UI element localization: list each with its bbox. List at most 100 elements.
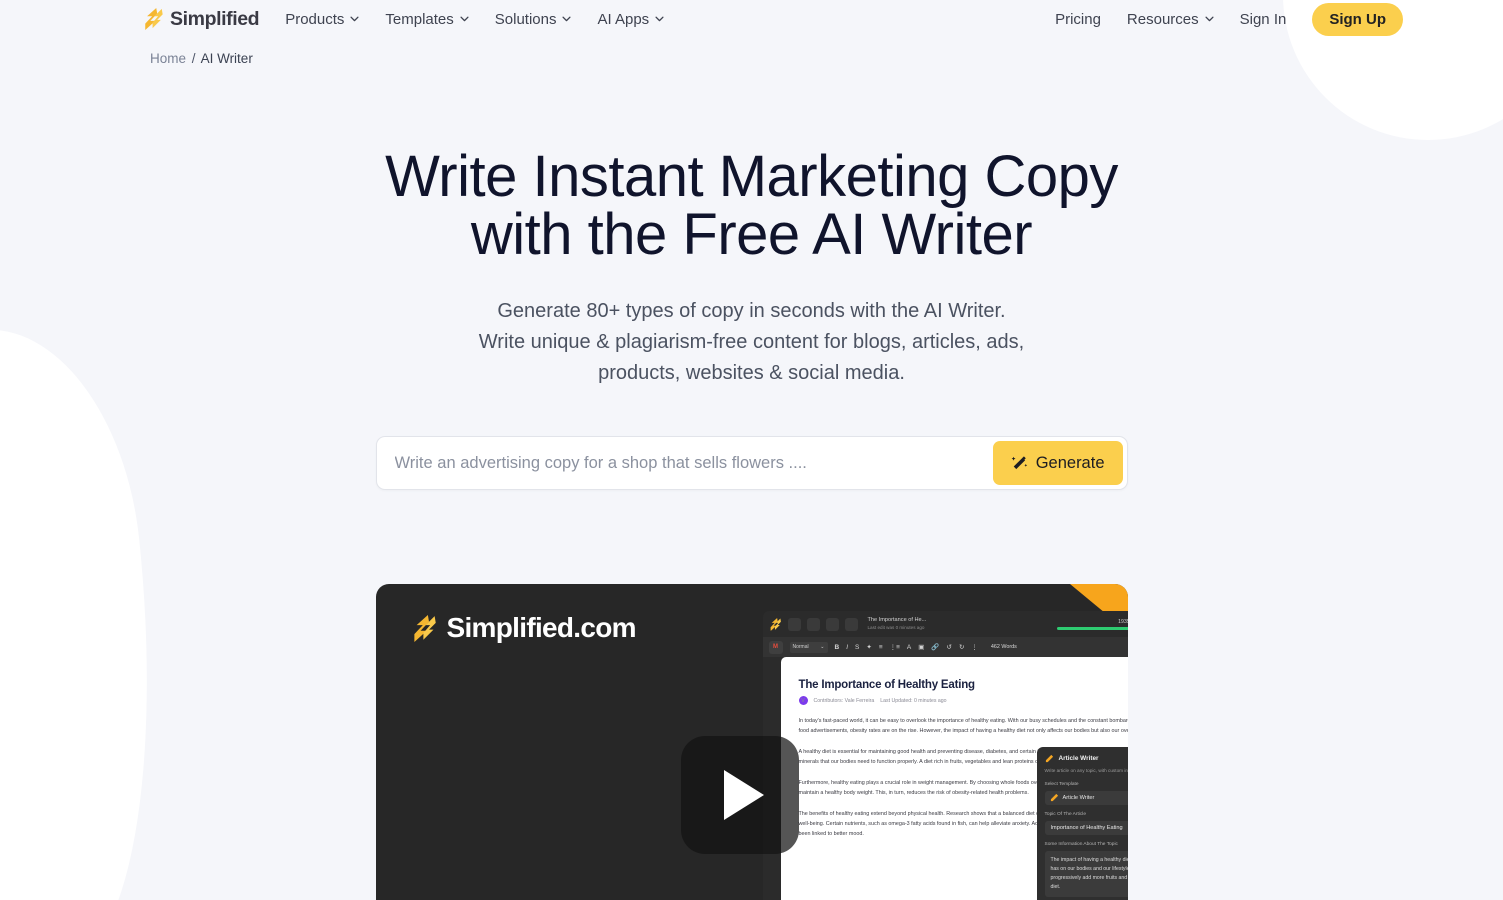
- pencil-icon: [1050, 793, 1058, 802]
- align-icon[interactable]: ≡: [879, 644, 883, 651]
- editor-topbar: The Importance of He... Last edit was 0 …: [762, 611, 1128, 637]
- text-color-icon[interactable]: A: [907, 644, 911, 651]
- nav-item-solutions[interactable]: Solutions: [495, 11, 572, 28]
- generate-button-label: Generate: [1035, 453, 1105, 472]
- select-template-label: Select Template: [1045, 782, 1128, 787]
- contributors-label: Contributors: Vale Ferreira: [813, 697, 875, 704]
- redo-icon[interactable]: ↻: [959, 643, 964, 651]
- topic-label: Topic Of The Article: [1044, 811, 1087, 817]
- nav-item-pricing[interactable]: Pricing: [1055, 11, 1101, 28]
- more-options-icon[interactable]: ⋮: [971, 643, 978, 651]
- nav-item-label: Pricing: [1055, 10, 1101, 28]
- video-brand-text: Simplified.com: [446, 612, 637, 643]
- topic-input[interactable]: Importance of Healthy Eating: [1044, 820, 1128, 835]
- info-textarea[interactable]: The impact of having a healthy diet, the…: [1044, 850, 1128, 897]
- simplified-bolt-logo-icon: [145, 8, 163, 30]
- chevron-down-icon: [655, 16, 664, 22]
- list-icon[interactable]: ⋮≡: [890, 643, 900, 651]
- hero-subtitle-line: Generate 80+ types of copy in seconds wi…: [497, 300, 1006, 322]
- brand-name: Simplified: [170, 7, 260, 30]
- brand-logo[interactable]: Simplified: [143, 7, 260, 31]
- chevron-down-icon: [1205, 16, 1214, 22]
- simplified-bolt-logo-icon: [413, 614, 436, 642]
- word-count-label: 462 Words: [990, 644, 1017, 650]
- text-style-value: Normal: [792, 644, 809, 650]
- top-navigation-bar: Simplified Products Templates Solutions …: [0, 0, 1503, 38]
- text-style-select[interactable]: Normal ⌄: [789, 641, 828, 653]
- back-icon[interactable]: [787, 617, 801, 631]
- editor-doc-title-text: The Importance of He...: [867, 617, 927, 624]
- document-title: The Importance of Healthy Eating: [798, 679, 976, 691]
- nav-item-label: AI Apps: [597, 10, 650, 28]
- magic-wand-icon: [1011, 455, 1027, 469]
- product-screenshot: The Importance of He... Last edit was 0 …: [762, 611, 1128, 900]
- link-icon[interactable]: 🔗: [931, 643, 939, 651]
- panel-title: Article Writer: [1058, 755, 1099, 762]
- record-icon[interactable]: M: [768, 640, 783, 654]
- clear-format-icon[interactable]: ✦: [866, 643, 871, 651]
- history-icon[interactable]: [806, 617, 820, 631]
- hero-section: Write Instant Marketing Copy with the Fr…: [0, 66, 1503, 389]
- select-template-label-text: Select Template: [1044, 781, 1079, 787]
- strikethrough-icon[interactable]: S: [855, 644, 859, 651]
- chevron-down-icon: [460, 16, 469, 22]
- info-label-row: Some Information About The Topic 29/240 …: [1045, 842, 1128, 847]
- nav-item-label: Resources: [1126, 10, 1199, 28]
- nav-right-group: Pricing Resources Sign In Sign Up: [1055, 2, 1403, 36]
- video-brand-logo: Simplified.com: [412, 612, 637, 644]
- sign-up-button[interactable]: Sign Up: [1312, 2, 1403, 36]
- editor-toolbar: M Normal ⌄ B I S ✦ ≡ ⋮≡ A ▣ 🔗 ↺ ↻ ⋮ 462 W…: [762, 637, 1128, 657]
- highlight-icon[interactable]: ▣: [918, 643, 924, 651]
- nav-item-products[interactable]: Products: [285, 11, 359, 28]
- italic-icon[interactable]: I: [846, 644, 848, 651]
- template-select[interactable]: Article Writer ⌄: [1044, 790, 1128, 805]
- chevron-down-icon: [350, 16, 359, 22]
- template-select-value: Article Writer: [1062, 794, 1095, 801]
- article-writer-panel: Article Writer ⌃ Write article on any to…: [1036, 747, 1128, 900]
- simplified-bolt-logo-icon: [770, 617, 781, 631]
- panel-description: Write article on any topic, with custom …: [1044, 768, 1128, 773]
- editor-doc-title: The Importance of He... Last edit was 0 …: [868, 617, 927, 631]
- page-title: Write Instant Marketing Copy with the Fr…: [385, 144, 1118, 267]
- sign-in-label: Sign In: [1239, 10, 1287, 28]
- play-button[interactable]: [680, 736, 799, 854]
- nav-item-ai-apps[interactable]: AI Apps: [597, 11, 664, 28]
- info-label: Some Information About The Topic: [1044, 841, 1118, 847]
- nav-item-templates[interactable]: Templates: [385, 10, 469, 28]
- hero-subtitle-line: Write unique & plagiarism-free content f…: [478, 331, 1025, 353]
- breadcrumb-current: AI Writer: [200, 51, 253, 66]
- share-icon[interactable]: [825, 617, 839, 631]
- last-updated-label: Last Updated: 0 minutes ago: [880, 697, 947, 704]
- nav-item-label: Templates: [385, 10, 454, 28]
- hero-subtitle-line: products, websites & social media.: [598, 362, 905, 384]
- bold-icon[interactable]: B: [835, 644, 840, 651]
- document-meta: V Contributors: Vale Ferreira Last Updat…: [798, 696, 1128, 705]
- prompt-input[interactable]: [376, 453, 993, 473]
- breadcrumb: Home / AI Writer: [0, 38, 1503, 66]
- breadcrumb-separator: /: [191, 51, 196, 66]
- avatar: V: [798, 696, 808, 705]
- video-preview-card[interactable]: Simplified.com The Importance of He... L…: [375, 584, 1128, 900]
- settings-gear-icon[interactable]: [844, 617, 858, 631]
- nav-item-label: Solutions: [494, 10, 557, 28]
- editor-doc-subtitle: Last edit was 0 minutes ago: [867, 624, 925, 630]
- credits-progress-bar: [1056, 626, 1128, 630]
- chevron-down-icon: [562, 16, 572, 22]
- hero-subtitle: Generate 80+ types of copy in seconds wi…: [0, 296, 1503, 389]
- page-root: Simplified Products Templates Solutions …: [0, 0, 1503, 900]
- play-icon: [724, 770, 764, 820]
- undo-icon[interactable]: ↺: [947, 643, 952, 651]
- credits-indicator: 1935 / 352000 credits used: [1056, 619, 1128, 630]
- sign-in-link[interactable]: Sign In: [1240, 11, 1287, 28]
- pencil-icon: [1045, 754, 1053, 763]
- nav-item-label: Products: [285, 10, 345, 28]
- decorative-blob-left: [0, 316, 183, 900]
- generate-button[interactable]: Generate: [992, 441, 1123, 485]
- prompt-search-bar: Generate: [375, 436, 1128, 490]
- nav-item-resources[interactable]: Resources: [1127, 11, 1214, 28]
- topic-label-row: Topic Of The Article 4/20 Words: [1045, 812, 1128, 817]
- panel-header[interactable]: Article Writer ⌃: [1045, 754, 1128, 763]
- breadcrumb-home-link[interactable]: Home: [150, 51, 186, 66]
- nav-links: Products Templates Solutions AI Apps: [285, 11, 664, 28]
- document-paragraph: In today's fast-paced world, it can be e…: [798, 718, 1128, 734]
